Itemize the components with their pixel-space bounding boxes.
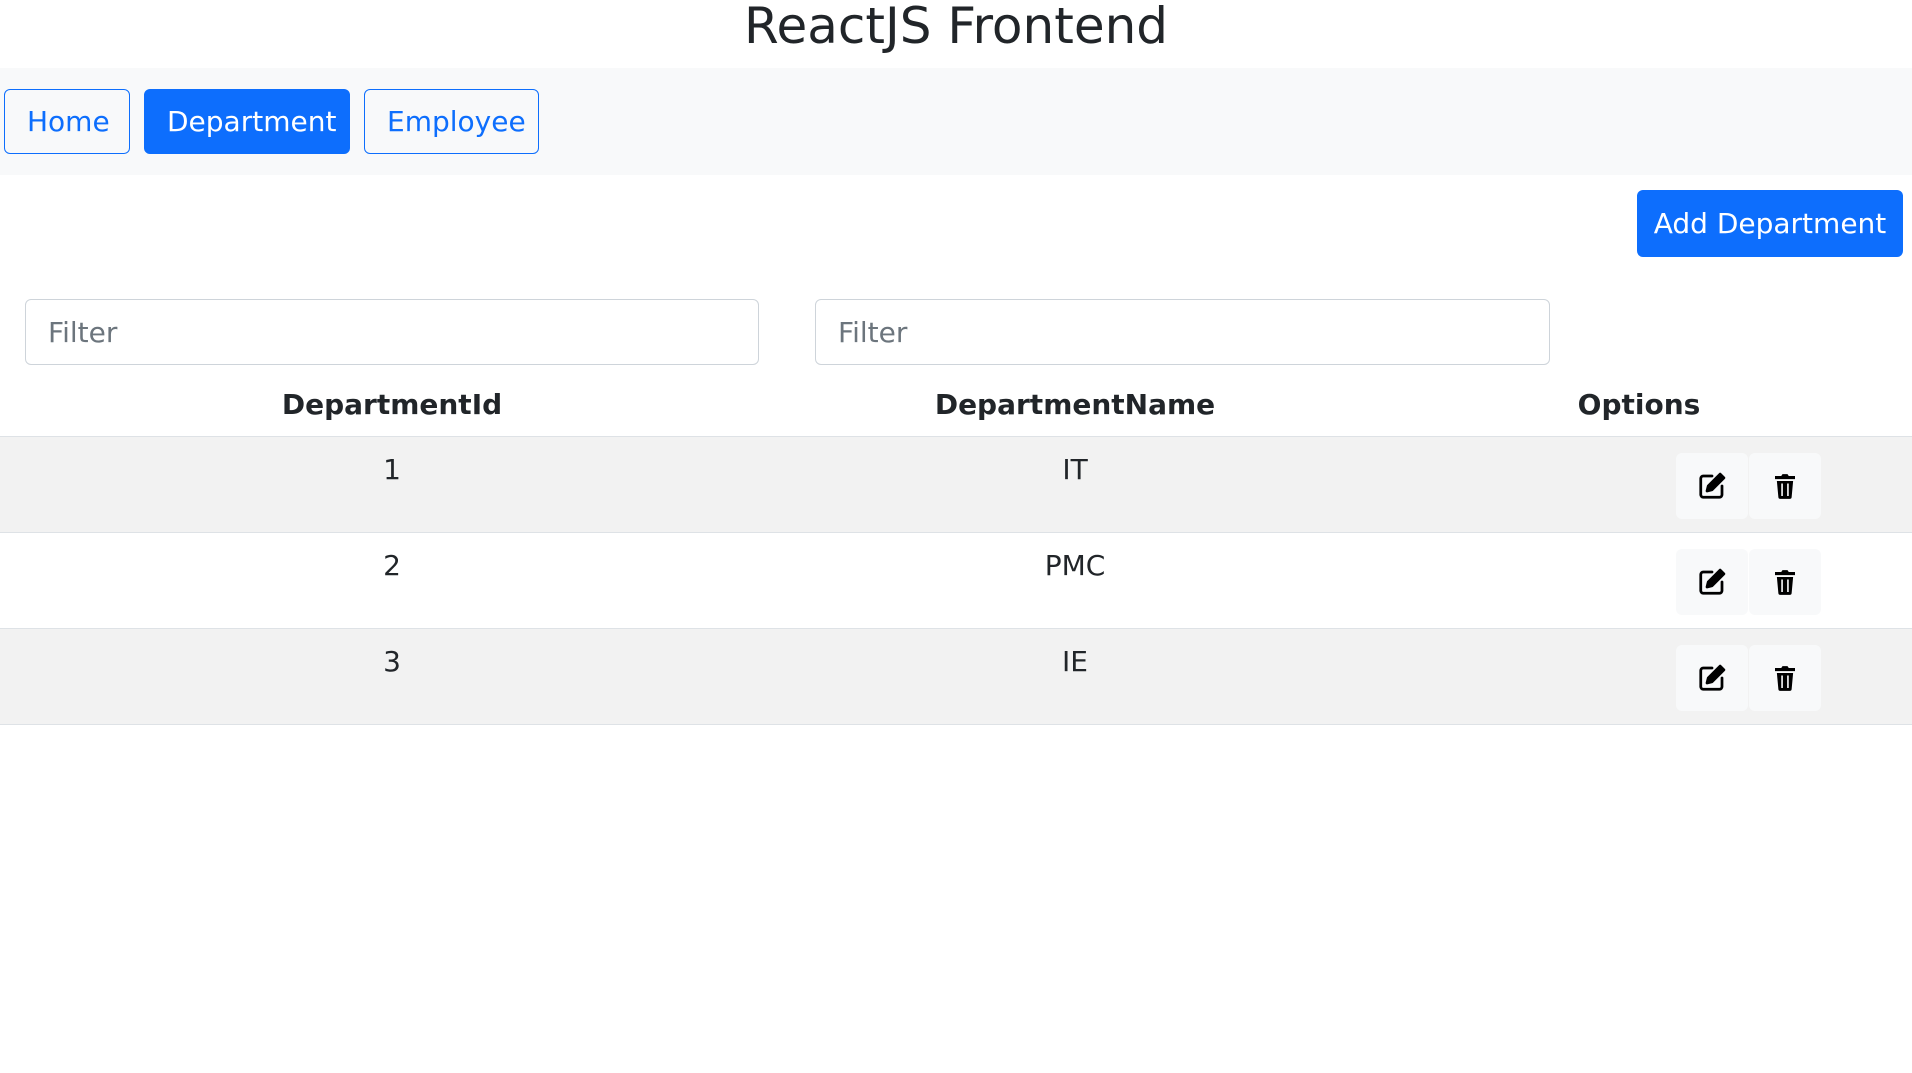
header-department-id: DepartmentId: [0, 373, 784, 437]
cell-options: [1366, 628, 1912, 725]
table-row: 3 IE: [0, 628, 1912, 725]
delete-button[interactable]: [1749, 644, 1821, 711]
cell-department-id: 3: [0, 628, 784, 725]
header-options: Options: [1366, 373, 1912, 437]
cell-options: [1366, 436, 1912, 533]
department-name-filter-input[interactable]: [815, 299, 1550, 365]
table-row: 2 PMC: [0, 532, 1912, 629]
table-row: 1 IT: [0, 436, 1912, 533]
edit-button[interactable]: [1676, 548, 1748, 615]
trash-icon: [1770, 471, 1800, 501]
add-department-button[interactable]: Add Department: [1637, 190, 1903, 257]
edit-button[interactable]: [1676, 452, 1748, 519]
trash-icon: [1770, 663, 1800, 693]
header-department-name: DepartmentName: [784, 373, 1366, 437]
edit-icon: [1697, 663, 1727, 693]
edit-icon: [1697, 471, 1727, 501]
department-id-filter-input[interactable]: [25, 299, 759, 365]
cell-department-name: IE: [784, 628, 1366, 725]
edit-button[interactable]: [1676, 644, 1748, 711]
delete-button[interactable]: [1749, 452, 1821, 519]
nav-department-button[interactable]: Department: [144, 89, 350, 154]
department-table: DepartmentId DepartmentName Options 1 IT: [0, 373, 1912, 725]
nav-home-button[interactable]: Home: [4, 89, 130, 154]
edit-icon: [1697, 567, 1727, 597]
cell-options: [1366, 532, 1912, 629]
cell-department-id: 2: [0, 532, 784, 629]
cell-department-name: PMC: [784, 532, 1366, 629]
cell-department-name: IT: [784, 436, 1366, 533]
table-header-row: DepartmentId DepartmentName Options: [0, 373, 1912, 437]
trash-icon: [1770, 567, 1800, 597]
delete-button[interactable]: [1749, 548, 1821, 615]
app-title: ReactJS Frontend: [743, 0, 1169, 55]
cell-department-id: 1: [0, 436, 784, 533]
navbar: Home Department Employee: [0, 68, 1912, 175]
nav-employee-button[interactable]: Employee: [364, 89, 539, 154]
